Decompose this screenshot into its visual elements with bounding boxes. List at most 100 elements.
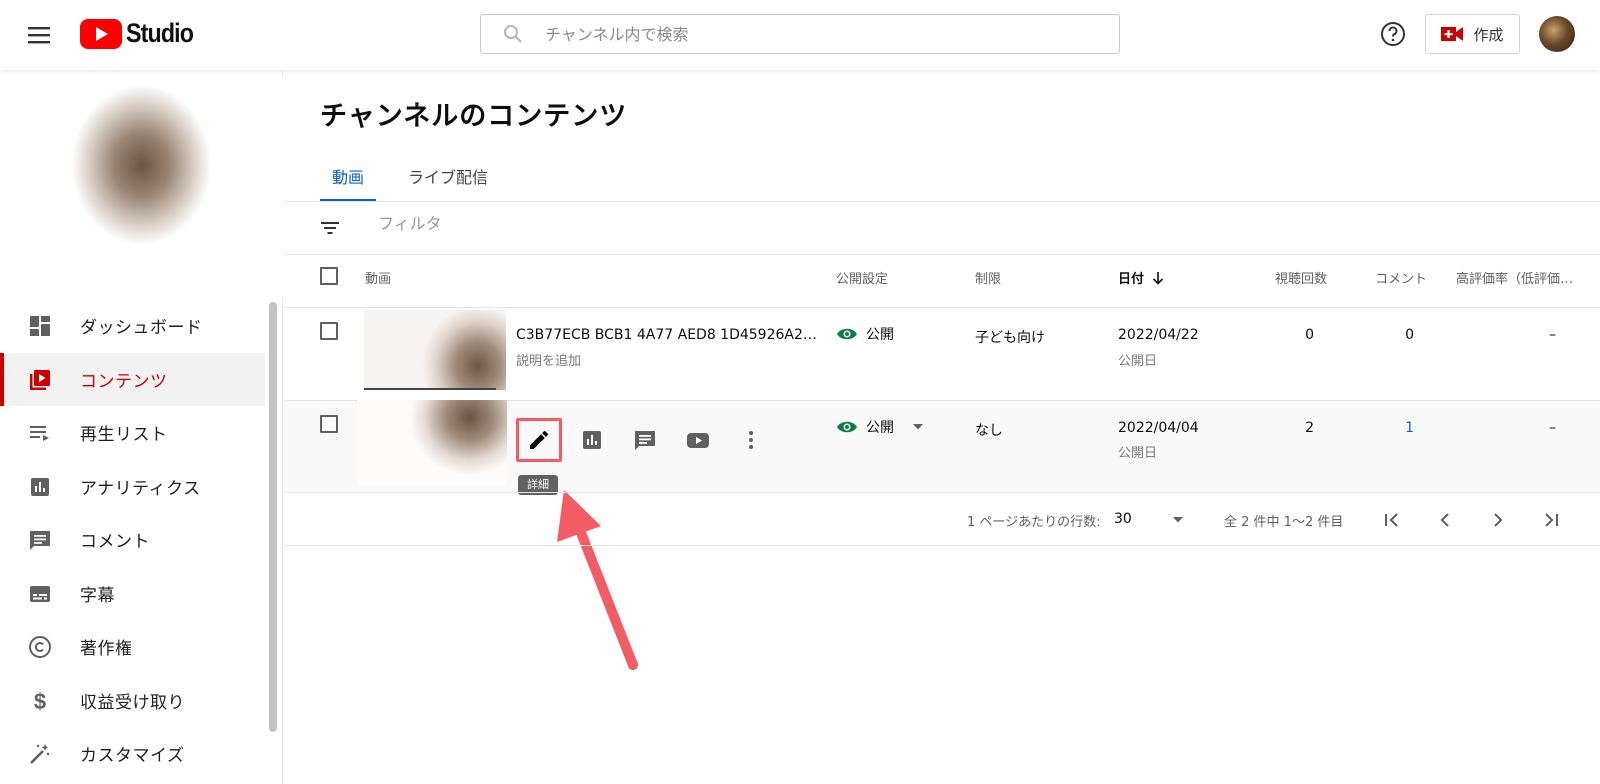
column-header-visibility[interactable]: 公開設定 [836,268,888,287]
comment-icon[interactable] [633,428,657,452]
column-header-views[interactable]: 視聴回数 [1275,268,1327,287]
restriction-value: 子ども向け [975,330,1045,346]
sidebar-item-comments[interactable]: コメント [0,513,265,567]
sidebar-item-playlists[interactable]: 再生リスト [0,406,265,460]
sidebar-item-label: コメント [80,532,150,553]
likes-value: – [1549,420,1556,436]
eye-icon [837,328,857,340]
thumbnail-progress-bar [364,388,496,390]
tab-live[interactable]: ライブ配信 [396,162,500,202]
rows-per-page-label: 1 ページあたりの行数: [967,515,1101,530]
date-value: 2022/04/22 [1118,327,1199,343]
divider [284,201,1600,202]
content-tabs: 動画 ライブ配信 [320,162,520,202]
column-header-likes[interactable]: 高評価率（低評価… [1456,268,1573,287]
svg-text:$: $ [34,689,46,713]
row-checkbox[interactable] [320,322,338,340]
caret-down-icon [1173,517,1183,523]
column-header-video[interactable]: 動画 [365,268,391,287]
hamburger-menu-icon[interactable] [24,21,54,49]
video-thumbnail[interactable] [357,400,507,486]
page-title: チャンネルのコンテンツ [320,101,628,132]
select-all-checkbox[interactable] [320,267,338,285]
divider [284,492,1600,493]
sidebar: ダッシュボード コンテンツ 再生リスト アナリティクス コメント 字幕 著作権 … [0,70,283,784]
sidebar-scrollbar[interactable] [269,302,277,732]
column-header-date[interactable]: 日付 [1118,268,1166,287]
last-page-icon[interactable] [1539,508,1563,532]
create-button-label: 作成 [1473,25,1504,44]
tab-videos[interactable]: 動画 [320,162,377,202]
create-video-icon [1441,27,1464,41]
first-page-icon[interactable] [1380,508,1404,532]
channel-avatar-image[interactable] [0,76,283,298]
dashboard-icon [30,316,50,336]
comment-icon [30,531,50,550]
search-box[interactable] [480,14,1120,54]
sort-down-arrow-icon [1152,271,1164,285]
views-value: 0 [1305,327,1314,343]
eye-icon [837,421,857,433]
search-input[interactable] [545,24,1105,44]
youtube-logo-icon [80,18,122,49]
filter-input[interactable] [378,214,978,233]
previous-page-icon[interactable] [1433,508,1457,532]
sidebar-item-analytics[interactable]: アナリティクス [0,460,265,514]
magic-wand-icon [30,744,50,764]
sidebar-item-label: コンテンツ [80,371,168,392]
video-thumbnail[interactable] [364,310,506,390]
visibility-label: 公開 [866,420,894,436]
subtitles-icon [30,585,50,602]
video-title[interactable]: C3B77ECB BCB1 4A77 AED8 1D45926A2… [516,327,817,343]
comments-value-link[interactable]: 1 [1354,420,1414,436]
video-description[interactable]: 説明を追加 [516,350,581,369]
create-button[interactable]: 作成 [1425,14,1520,54]
sidebar-item-content[interactable]: コンテンツ [0,352,265,406]
comments-value: 0 [1405,327,1414,343]
edit-highlight-box [516,418,562,462]
column-header-date-label: 日付 [1118,272,1145,287]
column-header-comments[interactable]: コメント [1375,268,1427,287]
visibility-dropdown[interactable]: 公開 [836,417,932,437]
more-vert-icon[interactable] [739,428,763,452]
content-icon [30,369,50,390]
caret-down-icon [913,424,923,430]
views-value: 2 [1305,420,1314,436]
rows-per-page-select[interactable]: 30 [1114,506,1184,534]
youtube-studio-logo[interactable]: Studio [80,18,204,49]
sidebar-item-label: 収益受け取り [80,692,185,713]
account-avatar[interactable] [1539,16,1575,52]
likes-value: – [1549,327,1556,343]
divider [284,545,1600,546]
top-header: Studio 作成 [0,0,1600,70]
rows-per-page-value: 30 [1114,511,1132,527]
date-label: 公開日 [1118,446,1158,461]
column-header-restriction[interactable]: 制限 [975,268,1001,287]
youtube-icon[interactable] [686,428,710,452]
sidebar-item-subtitles[interactable]: 字幕 [0,567,265,621]
row-checkbox[interactable] [320,415,338,433]
copyright-icon [29,636,51,658]
divider [284,307,1600,308]
sidebar-item-label: アナリティクス [80,478,201,499]
sidebar-item-label: カスタマイズ [80,746,185,767]
sidebar-item-copyright[interactable]: 著作権 [0,620,265,674]
restriction-value: なし [975,423,1003,439]
filter-icon[interactable] [318,216,342,240]
analytics-icon[interactable] [580,428,604,452]
sidebar-nav: ダッシュボード コンテンツ 再生リスト アナリティクス コメント 字幕 著作権 … [0,299,265,781]
playlist-icon [30,426,49,441]
date-value: 2022/04/04 [1118,420,1199,436]
sidebar-item-dashboard[interactable]: ダッシュボード [0,299,265,353]
visibility-status[interactable]: 公開 [836,324,894,344]
sidebar-item-monetization[interactable]: $ 収益受け取り [0,674,265,728]
dollar-icon: $ [34,689,46,713]
sidebar-item-customize[interactable]: カスタマイズ [0,727,265,781]
date-label: 公開日 [1118,354,1158,369]
next-page-icon[interactable] [1486,508,1510,532]
pagination-range: 全 2 件中 1〜2 件目 [1224,515,1344,530]
main-content: チャンネルのコンテンツ 動画 ライブ配信 動画 公開設定 制限 日付 視聴回数 … [284,70,1600,784]
help-icon[interactable] [1379,20,1407,48]
sidebar-item-label: 再生リスト [80,425,168,446]
divider [284,254,1600,255]
